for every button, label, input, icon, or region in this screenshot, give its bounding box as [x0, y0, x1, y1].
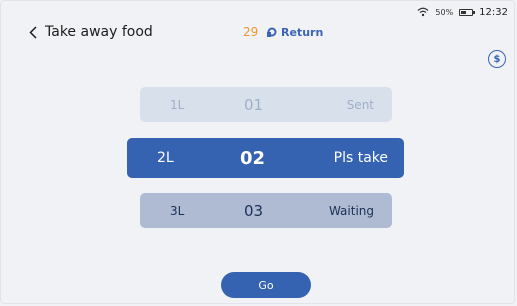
- info-icon[interactable]: $: [488, 50, 506, 68]
- layer-label: 3L: [170, 203, 185, 218]
- battery-percent: 50%: [435, 7, 454, 17]
- layer-label: 2L: [157, 150, 174, 166]
- status-bar: 50% 12:32: [417, 4, 508, 20]
- order-number: 03: [244, 201, 264, 220]
- clock: 12:32: [479, 6, 508, 18]
- battery-icon: [459, 8, 476, 16]
- page-title: Take away food: [45, 24, 153, 40]
- layer-row-selected[interactable]: 2L 02 Pls take: [127, 138, 404, 178]
- layer-row-waiting[interactable]: 3L 03 Waiting: [140, 193, 392, 228]
- status-label: Sent: [346, 97, 374, 112]
- return-icon: [267, 27, 277, 37]
- order-number: 02: [240, 147, 266, 169]
- layer-label: 1L: [170, 97, 185, 112]
- order-number: 01: [244, 95, 264, 114]
- return-button[interactable]: Return: [267, 26, 323, 39]
- go-button[interactable]: Go: [221, 272, 311, 298]
- return-label: Return: [281, 25, 324, 39]
- header: Take away food 29 Return: [29, 19, 514, 45]
- status-label: Waiting: [328, 203, 374, 218]
- back-button[interactable]: Take away food: [29, 24, 153, 40]
- layer-row-sent[interactable]: 1L 01 Sent: [140, 87, 392, 122]
- status-label: Pls take: [333, 150, 388, 166]
- app-frame: 50% 12:32 Take away food 29 Return $ 1L …: [0, 0, 515, 304]
- chevron-left-icon: [29, 25, 37, 39]
- wifi-icon: [417, 7, 429, 17]
- info-icon-glyph: $: [493, 53, 501, 65]
- order-count: 29: [243, 25, 259, 39]
